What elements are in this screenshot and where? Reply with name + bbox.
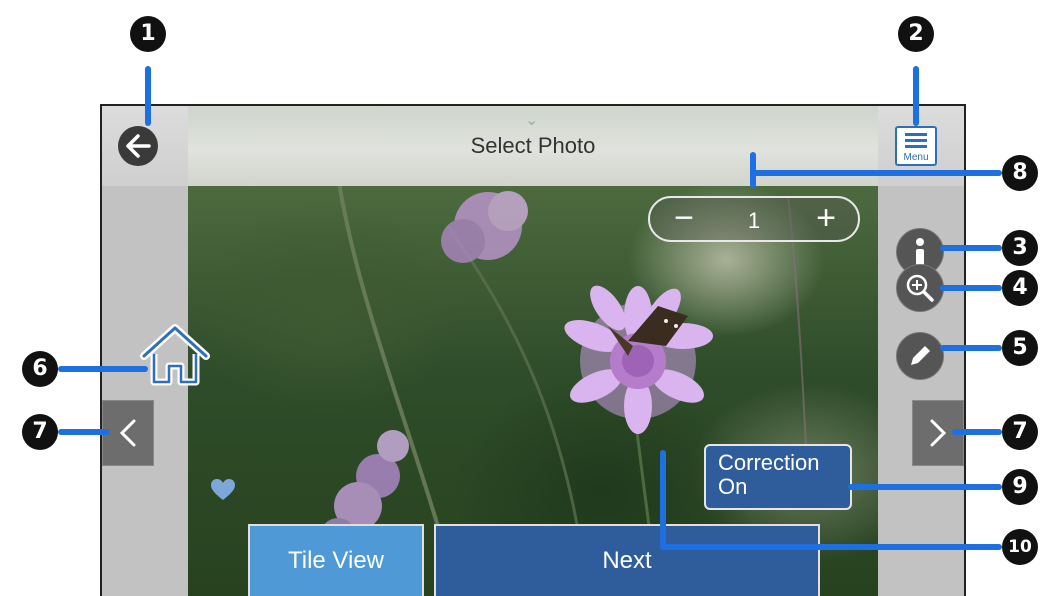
correction-button[interactable]: Correction On bbox=[704, 444, 852, 510]
chevron-down-icon: ⌄ bbox=[525, 112, 539, 129]
menu-label: Menu bbox=[903, 152, 929, 163]
callout-7-left: 7 bbox=[22, 414, 58, 450]
copies-stepper: − 1 + bbox=[648, 196, 860, 242]
back-arrow-icon bbox=[126, 134, 151, 158]
callout-1: 1 bbox=[130, 16, 166, 52]
increase-button[interactable]: + bbox=[806, 200, 846, 238]
printer-screen: ⌄ Select Photo Menu − 1 + Correction On … bbox=[100, 104, 966, 596]
correction-state: On bbox=[718, 474, 748, 499]
tile-view-button[interactable]: Tile View bbox=[248, 524, 424, 596]
heart-icon bbox=[210, 478, 236, 507]
menu-button[interactable]: Menu bbox=[895, 126, 937, 166]
correction-label: Correction bbox=[718, 450, 820, 475]
home-icon bbox=[140, 324, 210, 386]
back-button[interactable] bbox=[118, 126, 158, 166]
callout-7-right: 7 bbox=[1002, 414, 1038, 450]
leader-line-3 bbox=[940, 245, 1002, 251]
callout-9: 9 bbox=[1002, 469, 1038, 505]
callout-2: 2 bbox=[898, 16, 934, 52]
home-button[interactable] bbox=[138, 324, 212, 391]
leader-line-6 bbox=[58, 366, 148, 372]
callout-10: 10 bbox=[1002, 529, 1038, 565]
callout-8: 8 bbox=[1002, 155, 1038, 191]
menu-icon bbox=[905, 133, 927, 151]
chevron-right-icon bbox=[930, 419, 947, 447]
leader-line-9 bbox=[848, 484, 1002, 490]
leader-line-1 bbox=[145, 66, 151, 126]
next-button[interactable]: Next bbox=[434, 524, 820, 596]
leader-line-10-horizontal bbox=[660, 544, 1002, 550]
zoom-button[interactable] bbox=[896, 264, 944, 312]
leader-line-4 bbox=[940, 285, 1002, 291]
page-title: Select Photo bbox=[470, 133, 596, 158]
leader-line-10-vertical bbox=[660, 450, 666, 550]
info-icon bbox=[916, 238, 924, 265]
leader-line-2 bbox=[913, 66, 919, 126]
leader-line-7-left bbox=[58, 429, 110, 435]
callout-4: 4 bbox=[1002, 270, 1038, 306]
pencil-icon bbox=[911, 346, 930, 365]
zoom-in-icon bbox=[906, 274, 934, 302]
left-side-panel bbox=[102, 186, 188, 596]
edit-button[interactable] bbox=[896, 332, 944, 380]
leader-line-5 bbox=[940, 345, 1002, 351]
leader-line-8-horizontal bbox=[750, 170, 1002, 176]
callout-5: 5 bbox=[1002, 330, 1038, 366]
callout-3: 3 bbox=[1002, 230, 1038, 266]
callout-6: 6 bbox=[22, 351, 58, 387]
chevron-left-icon bbox=[119, 419, 136, 447]
leader-line-7-right bbox=[952, 429, 1002, 435]
